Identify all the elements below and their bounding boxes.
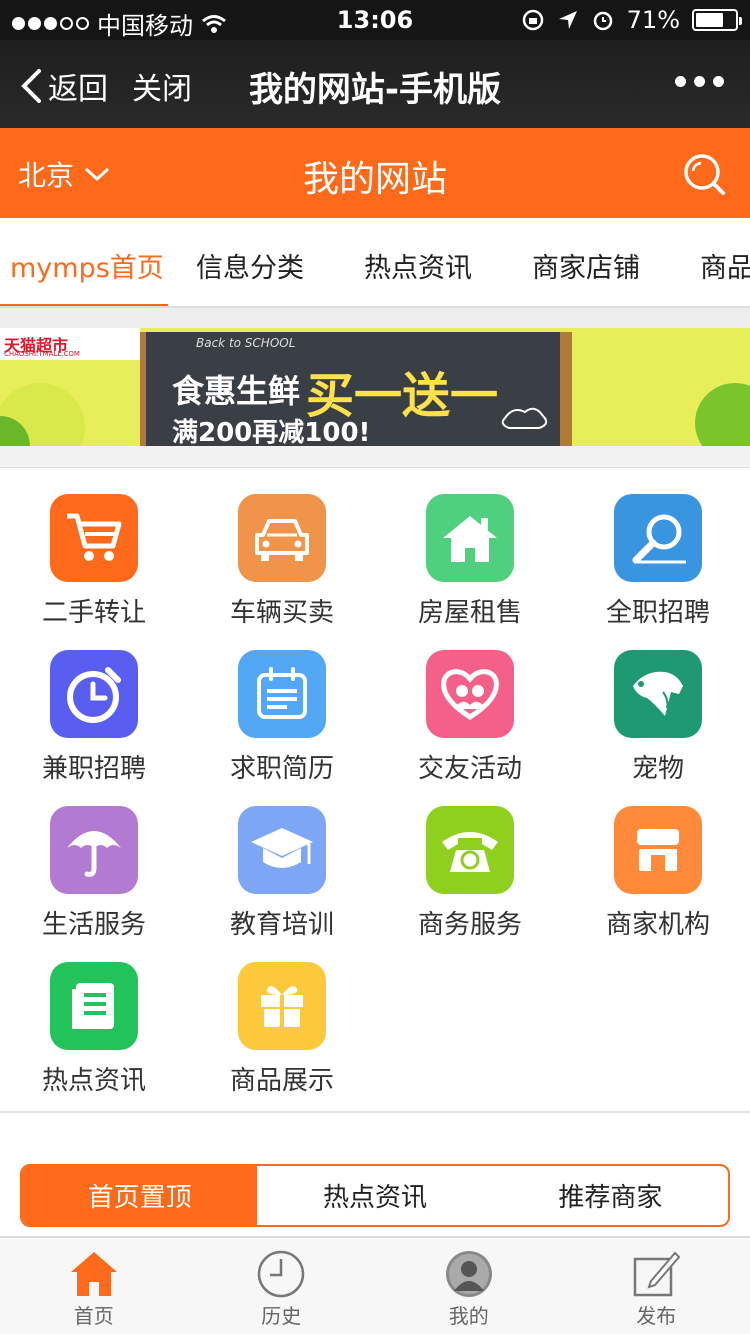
tab-info-categories[interactable]: 信息分类 <box>196 246 304 285</box>
category-housing[interactable]: 房屋租售 <box>376 468 564 628</box>
tabbar-publish[interactable]: 发布 <box>563 1238 750 1334</box>
category-grid: 二手转让 车辆买卖 房屋租售 全职招聘 兼职招聘 求职简历 交友活动 宠物 生活… <box>0 468 750 1113</box>
banner-headline-left: 食惠生鲜 <box>172 372 301 410</box>
location-icon <box>558 11 577 29</box>
content-segment-control: 首页置顶 热点资讯 推荐商家 <box>20 1164 730 1227</box>
category-life-services[interactable]: 生活服务 <box>0 780 188 940</box>
category-vehicles[interactable]: 车辆买卖 <box>188 468 376 628</box>
category-label: 热点资讯 <box>41 1066 146 1096</box>
divider <box>0 308 750 328</box>
battery-icon <box>692 9 742 31</box>
tabbar-label: 历史 <box>261 1304 302 1328</box>
banner-badge: Back to SCHOOL <box>196 336 296 350</box>
more-menu-icon[interactable] <box>675 76 724 87</box>
tabbar-label: 我的 <box>448 1304 489 1328</box>
rotation-lock-icon <box>522 9 543 31</box>
category-label: 商家机构 <box>605 910 710 940</box>
category-business-services[interactable]: 商务服务 <box>376 780 564 940</box>
category-social-events[interactable]: 交友活动 <box>376 624 564 784</box>
site-header: 北京 我的网站 <box>0 128 750 218</box>
compose-icon <box>631 1248 681 1300</box>
calendar-icon <box>238 650 326 738</box>
tab-home[interactable]: mymps首页 <box>10 246 164 285</box>
tabbar-home[interactable]: 首页 <box>0 1238 188 1334</box>
segment-recommended-shops[interactable]: 推荐商家 <box>493 1166 728 1225</box>
category-education[interactable]: 教育培训 <box>188 780 376 940</box>
category-merchants[interactable]: 商家机构 <box>564 780 750 940</box>
divider <box>0 446 750 468</box>
alarm-icon <box>593 11 612 31</box>
car-icon <box>238 494 326 582</box>
category-hot-news[interactable]: 热点资讯 <box>0 936 188 1096</box>
tabbar-label: 首页 <box>73 1304 114 1328</box>
umbrella-icon <box>50 806 138 894</box>
search-icon[interactable] <box>682 152 726 196</box>
category-products[interactable]: 商品展示 <box>188 936 376 1096</box>
heart-icon <box>426 650 514 738</box>
segment-top-pinned[interactable]: 首页置顶 <box>22 1166 258 1225</box>
category-part-time-jobs[interactable]: 兼职招聘 <box>0 624 188 784</box>
dog-icon <box>614 650 702 738</box>
navigation-bar: 返回 关闭 我的网站-手机版 <box>0 40 750 128</box>
clock-icon <box>256 1248 306 1300</box>
site-title: 我的网站 <box>302 159 447 200</box>
status-right: 71% <box>521 6 742 34</box>
tabbar-label: 发布 <box>636 1304 677 1328</box>
category-pets[interactable]: 宠物 <box>564 624 750 784</box>
banner-subline: 满200再减100! <box>172 418 371 446</box>
battery-percent: 71% <box>626 6 680 34</box>
tabbar-mine[interactable]: 我的 <box>375 1238 563 1334</box>
tab-products[interactable]: 商品 <box>700 246 750 285</box>
category-label: 商品展示 <box>229 1066 334 1096</box>
user-icon <box>444 1248 494 1300</box>
category-label: 商务服务 <box>417 910 522 940</box>
segment-hot-news[interactable]: 热点资讯 <box>257 1166 492 1225</box>
category-second-hand[interactable]: 二手转让 <box>0 468 188 628</box>
category-tabs: mymps首页 信息分类 热点资讯 商家店铺 商品 <box>0 218 750 308</box>
tabbar-history[interactable]: 历史 <box>188 1238 376 1334</box>
status-bar: 中国移动 13:06 71% <box>0 0 750 40</box>
tab-shops[interactable]: 商家店铺 <box>532 246 640 285</box>
category-full-time-jobs[interactable]: 全职招聘 <box>564 468 750 628</box>
telephone-icon <box>426 806 514 894</box>
tab-hot-news[interactable]: 热点资讯 <box>364 246 472 285</box>
graduation-cap-icon <box>238 806 326 894</box>
category-resumes[interactable]: 求职简历 <box>188 624 376 784</box>
magnifier-icon <box>614 494 702 582</box>
newspaper-icon <box>50 962 138 1050</box>
promo-banner[interactable]: 天猫超市 CHAOSHI.TMALL.COM Back to SCHOOL 食惠… <box>0 328 750 446</box>
gift-icon <box>238 962 326 1050</box>
brand-url: CHAOSHI.TMALL.COM <box>4 350 80 358</box>
stopwatch-icon <box>50 650 138 738</box>
shop-icon <box>614 806 702 894</box>
bottom-tab-bar: 首页 历史 我的 发布 <box>0 1236 750 1334</box>
house-icon <box>426 494 514 582</box>
shopping-cart-icon <box>50 494 138 582</box>
page-title: 我的网站-手机版 <box>248 70 502 110</box>
home-icon <box>69 1248 119 1300</box>
